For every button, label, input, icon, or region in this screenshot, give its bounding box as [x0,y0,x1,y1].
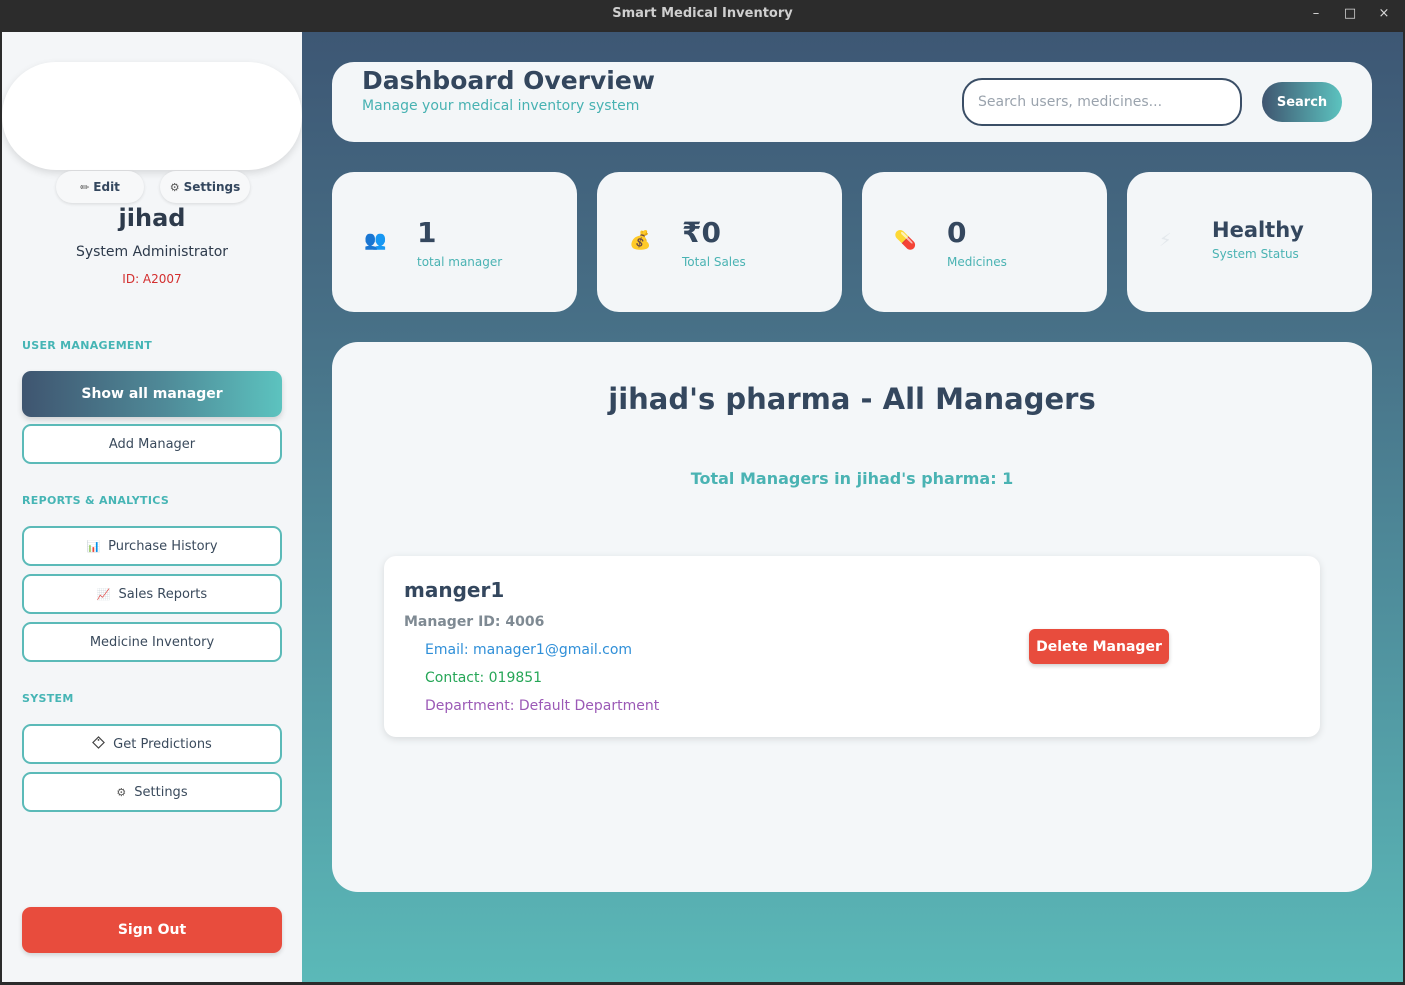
manager-id: Manager ID: 4006 [404,614,545,630]
minimize-icon[interactable]: – [1306,4,1326,24]
header-card: Dashboard Overview Manage your medical i… [332,62,1372,142]
sidebar-item-settings[interactable]: ⚙ Settings [22,772,282,812]
close-icon[interactable]: × [1374,4,1394,24]
stat-value: Healthy [1212,218,1304,242]
delete-manager-button[interactable]: Delete Manager [1029,629,1169,664]
manager-contact: Contact: 019851 [425,670,543,686]
bar-chart-icon: 📊 [86,539,101,553]
managers-title: jihad's pharma - All Managers [608,382,1096,416]
edit-profile-button[interactable]: ✏ Edit [56,171,144,203]
sidebar-item-label: Add Manager [108,436,196,452]
manager-name: manger1 [404,578,505,602]
stat-card-system-status: ⚡ Healthy System Status [1127,172,1372,312]
sign-out-button[interactable]: Sign Out [22,907,282,953]
window-titlebar: Smart Medical Inventory – □ × [0,0,1405,30]
profile-banner [2,62,302,170]
section-reports: REPORTS & ANALYTICS [22,494,170,507]
sidebar-item-label: Medicine Inventory [89,634,215,650]
money-bag-icon: 💰 [629,230,652,251]
stat-card-medicines: 💊 0 Medicines [862,172,1107,312]
users-icon: 👥 [364,230,387,251]
gear-icon: ⚙ [169,180,180,194]
stat-label: Medicines [947,255,1007,269]
sidebar-item-show-all-manager[interactable]: Show all manager [22,371,282,417]
stat-value: 1 [417,216,437,249]
app-window: ✏ Edit ⚙ Settings jihad System Administr… [2,32,1403,982]
sidebar-item-label: Show all manager [81,386,223,402]
user-name: jihad [118,204,186,232]
section-user-management: USER MANAGEMENT [22,339,153,352]
sidebar-item-add-manager[interactable]: Add Manager [22,424,282,464]
stat-value: ₹0 [682,216,721,249]
sidebar-item-label: Purchase History [108,538,218,554]
search-button[interactable]: Search [1262,82,1342,122]
managers-total: Total Managers in jihad's pharma: 1 [690,469,1014,488]
sidebar-item-medicine-inventory[interactable]: Medicine Inventory [22,622,282,662]
sidebar: ✏ Edit ⚙ Settings jihad System Administr… [2,32,302,982]
sidebar-item-get-predictions[interactable]: Get Predictions [22,724,282,764]
sidebar-item-purchase-history[interactable]: 📊 Purchase History [22,526,282,566]
profile-settings-button[interactable]: ⚙ Settings [160,171,250,203]
section-system: SYSTEM [22,692,74,705]
manager-email: Email: manager1@gmail.com [425,642,633,658]
edit-profile-label: Edit [93,180,120,194]
sidebar-item-label: Sales Reports [118,586,208,602]
page-title: Dashboard Overview [362,66,655,95]
profile-settings-label: Settings [183,180,241,194]
pencil-icon: ✏ [80,180,90,194]
main-content: Dashboard Overview Manage your medical i… [302,32,1403,982]
manager-card: manger1 Manager ID: 4006 Email: manager1… [384,556,1320,737]
stat-value: 0 [947,216,967,249]
sidebar-item-label: Settings [134,784,188,800]
line-chart-icon: 📈 [96,587,111,601]
stat-label: System Status [1212,247,1299,261]
user-role: System Administrator [75,244,229,260]
pill-icon: 💊 [894,230,917,251]
sidebar-item-sales-reports[interactable]: 📈 Sales Reports [22,574,282,614]
stat-label: total manager [417,255,503,269]
stat-label: Total Sales [682,255,746,269]
manager-department: Department: Default Department [425,698,660,714]
stat-card-total-sales: 💰 ₹0 Total Sales [597,172,842,312]
gear-icon: ⚙ [116,785,127,799]
managers-panel: jihad's pharma - All Managers Total Mana… [332,342,1372,892]
sidebar-item-label: Get Predictions [113,736,212,752]
user-id: ID: A2007 [122,272,182,286]
lightning-icon: ⚡ [1159,230,1172,251]
page-subtitle: Manage your medical inventory system [362,98,640,114]
stat-card-total-manager: 👥 1 total manager [332,172,577,312]
window-title: Smart Medical Inventory [612,6,793,21]
maximize-icon[interactable]: □ [1340,4,1360,24]
search-input[interactable] [962,78,1242,126]
tag-icon [92,736,106,752]
